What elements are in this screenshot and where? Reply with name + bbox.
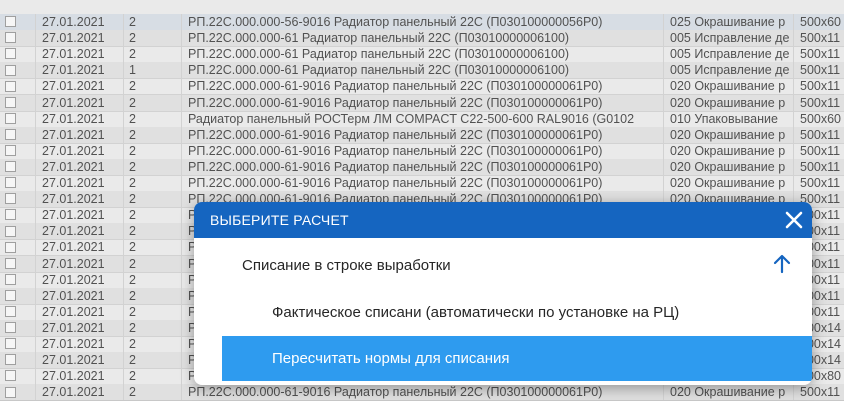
option-label: Фактическое списани (автоматически по ус…	[272, 304, 680, 321]
close-icon[interactable]	[782, 208, 806, 232]
arrow-up-icon[interactable]	[771, 253, 793, 275]
option-label: Пересчитать нормы для списания	[272, 350, 510, 367]
option-recalculate-norms[interactable]: Пересчитать нормы для списания	[222, 336, 812, 381]
option-actual-write-off[interactable]: Фактическое списани (автоматически по ус…	[222, 290, 812, 335]
calculation-dialog: ВЫБЕРИТЕ РАСЧЕТ Списание в строке вырабо…	[194, 202, 812, 385]
section-label: Списание в строке выработки	[242, 257, 451, 274]
section-header[interactable]: Списание в строке выработки	[194, 238, 812, 288]
dialog-title: ВЫБЕРИТЕ РАСЧЕТ	[210, 212, 349, 228]
dialog-header: ВЫБЕРИТЕ РАСЧЕТ	[194, 202, 812, 238]
